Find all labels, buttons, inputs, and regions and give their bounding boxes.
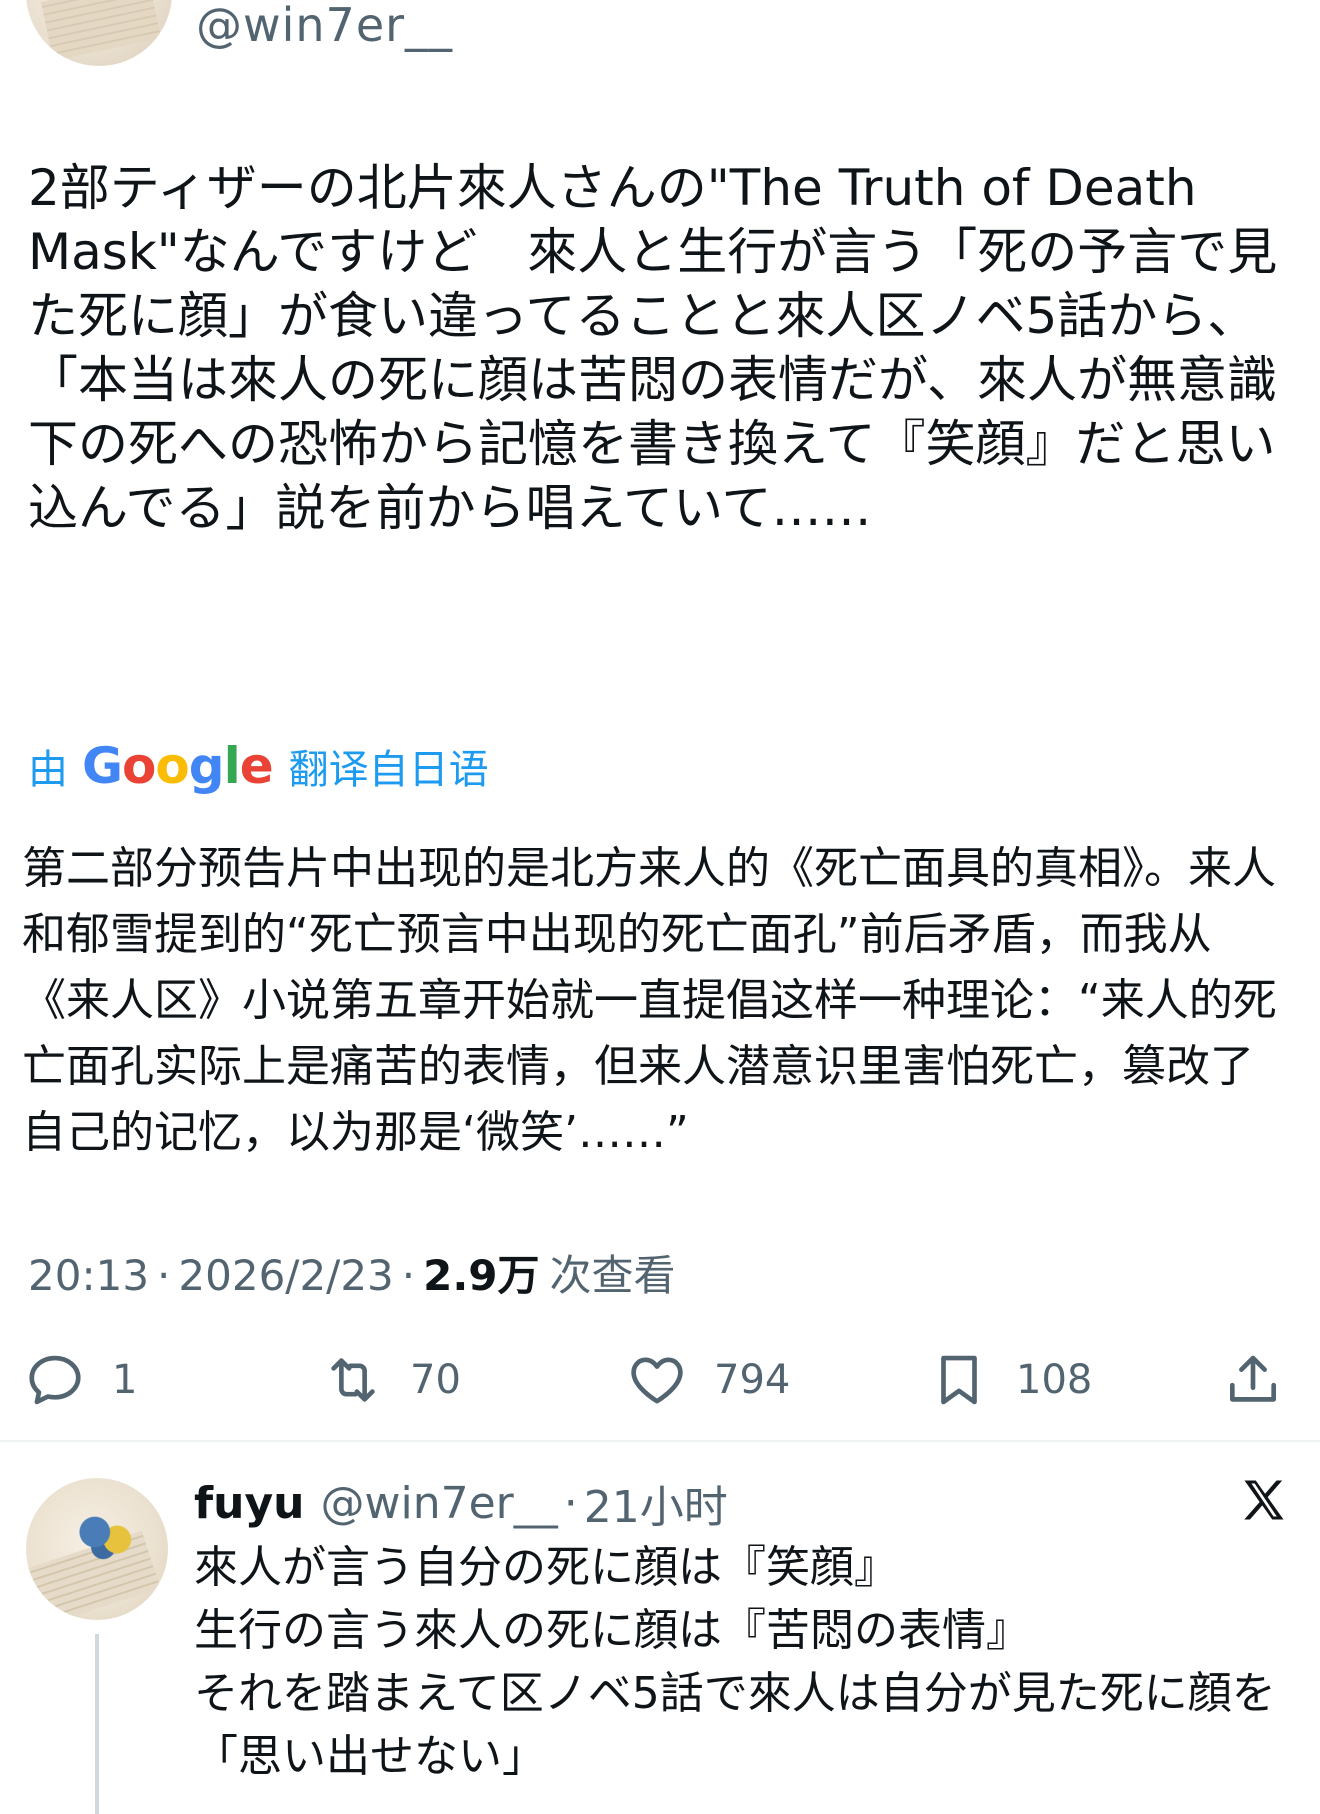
action-bar: 1 70 794 108 [0, 1340, 1320, 1420]
reply-author-handle[interactable]: @win7er__ [320, 1478, 557, 1529]
google-logo-letter: e [239, 737, 274, 795]
reply-text: 來人が言う自分の死に顔は『笑顔』 生行の言う來人の死に顔は『苦悶の表情』 それを… [194, 1542, 1276, 1782]
tweet-text: 2部ティザーの北片來人さんの"The Truth of Death Mask"な… [28, 159, 1278, 537]
reply-icon [29, 1355, 81, 1405]
reply-header: fuyu @win7er__ · 21小时 [194, 1472, 728, 1534]
author-handle[interactable]: @win7er__ [196, 0, 453, 52]
reply-separator: · [563, 1477, 578, 1529]
like-count: 794 [714, 1357, 791, 1403]
reply-time[interactable]: 21小时 [584, 1471, 728, 1535]
reply-count: 1 [112, 1357, 138, 1403]
translate-by-label: 由 [28, 747, 68, 793]
author-avatar[interactable] [26, 0, 172, 66]
bookmark-button[interactable]: 108 [928, 1340, 1092, 1420]
google-logo-letter: o [155, 737, 189, 795]
retweet-button[interactable]: 70 [322, 1340, 461, 1420]
google-logo-letter: G [82, 737, 123, 795]
bookmark-icon [941, 1355, 977, 1405]
share-button[interactable] [1222, 1340, 1284, 1420]
bookmark-count: 108 [1016, 1357, 1093, 1403]
tweet-meta: 20:13 · 2026/2/23 · 2.9万 次查看 [28, 1242, 676, 1303]
meta-separator: · [401, 1251, 416, 1300]
google-logo-letter: o [122, 737, 156, 795]
google-logo-letter: g [188, 737, 225, 795]
thread-line [95, 1634, 99, 1814]
divider [0, 1440, 1320, 1442]
reply-avatar[interactable] [26, 1478, 168, 1620]
translate-source-label: 翻译自日语 [288, 747, 489, 793]
retweet-count: 70 [410, 1357, 461, 1403]
google-logo: Google [82, 737, 274, 795]
translated-text: 第二部分预告片中出现的是北方来人的《死亡面具的真相》。来人和郁雪提到的“死亡预言… [22, 843, 1277, 1158]
share-icon [1230, 1355, 1276, 1402]
like-icon [631, 1357, 683, 1404]
retweet-icon [331, 1358, 375, 1402]
x-logo-icon [1244, 1480, 1284, 1520]
reply-button[interactable]: 1 [24, 1340, 137, 1420]
views-count[interactable]: 2.9万 [423, 1242, 539, 1303]
tweet-time[interactable]: 20:13 [28, 1251, 149, 1300]
meta-separator: · [157, 1251, 171, 1300]
google-logo-letter: l [223, 737, 241, 795]
views-label: 次查看 [549, 1251, 676, 1300]
reply-author-name[interactable]: fuyu [194, 1478, 304, 1529]
like-button[interactable]: 794 [626, 1340, 790, 1420]
tweet-date[interactable]: 2026/2/23 [178, 1251, 393, 1300]
translation-attribution[interactable]: 由 Google 翻译自日语 [28, 736, 489, 796]
